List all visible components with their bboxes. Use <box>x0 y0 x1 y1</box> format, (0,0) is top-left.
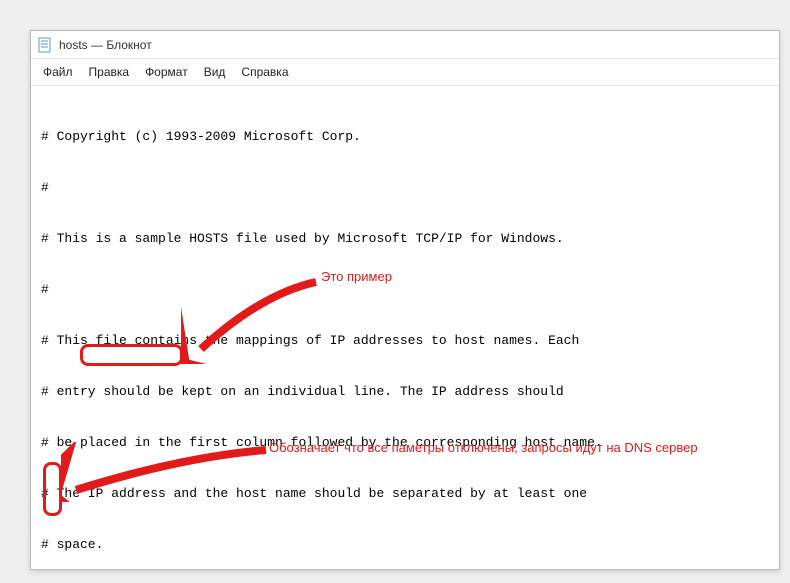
menu-help[interactable]: Справка <box>235 63 294 81</box>
text-line: # entry should be kept on an individual … <box>41 383 769 400</box>
text-line: # <box>41 179 769 196</box>
menubar: Файл Правка Формат Вид Справка <box>31 59 779 86</box>
titlebar[interactable]: hosts — Блокнот <box>31 31 779 59</box>
text-line: # <box>41 281 769 298</box>
text-line: # be placed in the first column followed… <box>41 434 769 451</box>
menu-view[interactable]: Вид <box>198 63 232 81</box>
menu-file[interactable]: Файл <box>37 63 79 81</box>
menu-edit[interactable]: Правка <box>83 63 136 81</box>
text-line: # The IP address and the host name shoul… <box>41 485 769 502</box>
notepad-icon <box>37 37 53 53</box>
window-title: hosts — Блокнот <box>59 38 152 52</box>
text-line: # space. <box>41 536 769 553</box>
text-line: # This is a sample HOSTS file used by Mi… <box>41 230 769 247</box>
notepad-window: hosts — Блокнот Файл Правка Формат Вид С… <box>30 30 780 570</box>
text-line: # This file contains the mappings of IP … <box>41 332 769 349</box>
text-editor-area[interactable]: # Copyright (c) 1993-2009 Microsoft Corp… <box>31 86 779 568</box>
text-line: # Copyright (c) 1993-2009 Microsoft Corp… <box>41 128 769 145</box>
menu-format[interactable]: Формат <box>139 63 194 81</box>
